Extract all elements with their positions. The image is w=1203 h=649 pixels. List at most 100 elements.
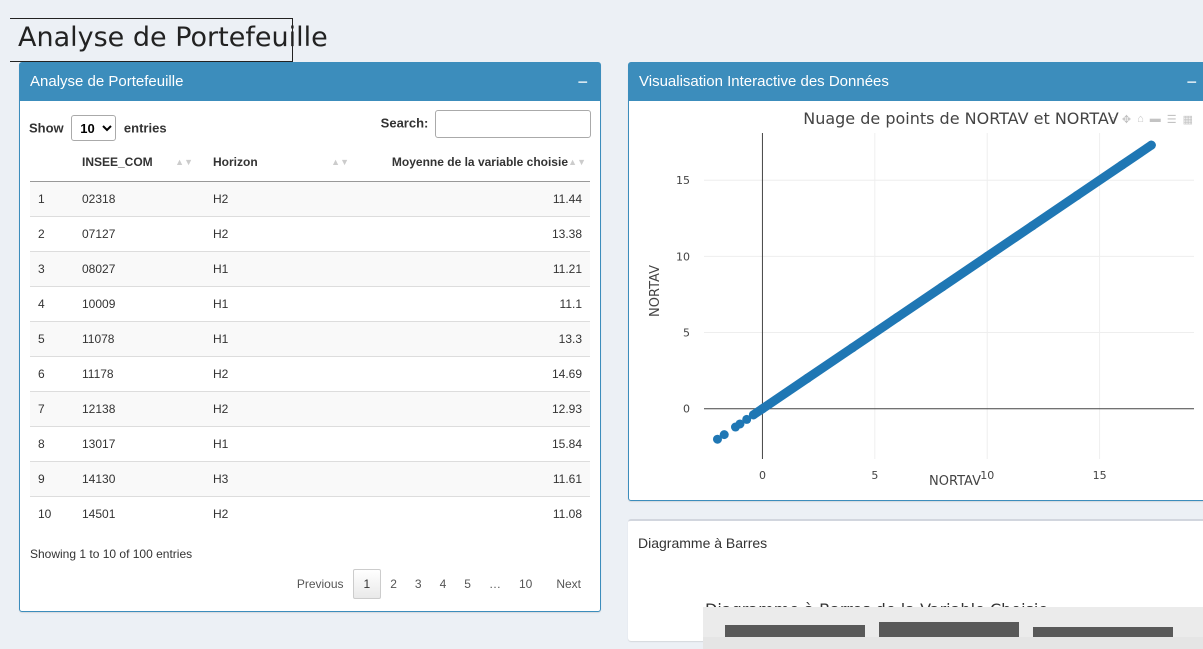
table-row[interactable]: 6 11178 H2 14.69 <box>30 356 590 392</box>
row-number-cell: 4 <box>30 286 74 322</box>
scatter-point[interactable] <box>719 430 729 440</box>
page-button[interactable]: 10 <box>510 569 541 599</box>
insee-com-cell: 11178 <box>74 356 205 392</box>
y-tick-label: 5 <box>683 327 690 340</box>
data-table: INSEE_COM ▲▼ Horizon ▲▼ Moyenne de la vari… <box>30 143 590 531</box>
x-tick-label: 0 <box>759 469 766 482</box>
x-tick-label: 15 <box>1093 469 1107 482</box>
next-button[interactable]: Next <box>547 569 590 599</box>
horizon-cell: H3 <box>205 461 361 497</box>
row-number-cell: 10 <box>30 496 74 531</box>
row-number-header[interactable] <box>30 143 74 182</box>
scatter-point-band <box>982 221 1037 261</box>
collapse-button[interactable]: − <box>577 63 588 101</box>
page-length-select[interactable]: 10 <box>71 115 117 141</box>
portfolio-table-box: Analyse de Portefeuille − Show 10 entrie… <box>19 62 601 612</box>
horizon-cell: H1 <box>205 251 361 287</box>
page-button-current[interactable]: 1 <box>352 569 382 599</box>
moyenne-cell: 11.1 <box>361 286 590 322</box>
insee-com-cell: 08027 <box>74 251 205 287</box>
box-header: Analyse de Portefeuille − <box>20 63 600 101</box>
table-row[interactable]: 4 10009 H1 11.1 <box>30 286 590 322</box>
entries-label: entries <box>123 120 167 136</box>
table-row[interactable]: 5 11078 H1 13.3 <box>30 321 590 357</box>
scatter-box: Visualisation Interactive des Données − … <box>628 62 1203 501</box>
table-controls: Show 10 entries Search: <box>20 101 600 143</box>
horizon-cell: H2 <box>205 496 361 531</box>
page-button[interactable]: 4 <box>431 569 456 599</box>
box-title: Analyse de Portefeuille <box>30 73 184 90</box>
table-row[interactable]: 7 12138 H2 12.93 <box>30 391 590 427</box>
page-length-control: Show 10 entries <box>29 115 167 141</box>
page-button[interactable]: 2 <box>381 569 406 599</box>
show-label: Show <box>29 120 64 136</box>
x-tick-label: 10 <box>980 469 994 482</box>
insee-com-cell: 10009 <box>74 286 205 322</box>
insee-com-cell: 07127 <box>74 216 205 252</box>
moyenne-cell: 14.69 <box>361 356 590 392</box>
page-ellipsis: … <box>488 577 501 591</box>
moyenne-cell: 11.61 <box>361 461 590 497</box>
row-number-cell: 8 <box>30 426 74 462</box>
box-title: Visualisation Interactive des Données <box>639 73 889 90</box>
sort-icon: ▲▼ <box>175 157 193 167</box>
table-row[interactable]: 9 14130 H3 11.61 <box>30 461 590 497</box>
scatter-point-band <box>1027 190 1082 231</box>
moyenne-cell: 11.21 <box>361 251 590 287</box>
table-row[interactable]: 3 08027 H1 11.21 <box>30 251 590 287</box>
row-number-cell: 7 <box>30 391 74 427</box>
insee-com-cell: 14130 <box>74 461 205 497</box>
column-header-moyenne[interactable]: Moyenne de la variable choisie ▲▼ <box>361 143 590 182</box>
y-tick-label: 0 <box>683 403 690 416</box>
y-axis-label: NORTAV <box>648 265 663 317</box>
moyenne-cell: 15.84 <box>361 426 590 462</box>
page-button[interactable]: 5 <box>455 569 480 599</box>
moyenne-cell: 12.93 <box>361 391 590 427</box>
page-button[interactable]: 3 <box>406 569 431 599</box>
horizon-cell: H1 <box>205 426 361 462</box>
column-header-horizon[interactable]: Horizon ▲▼ <box>205 143 361 182</box>
table-row[interactable]: 8 13017 H1 15.84 <box>30 426 590 462</box>
scatter-point-band <box>937 251 992 292</box>
scatter-point-band <box>1117 140 1156 170</box>
x-tick-label: 5 <box>871 469 878 482</box>
chart-title: Nuage de points de NORTAV et NORTAV <box>803 109 1119 128</box>
table-row[interactable]: 1 02318 H2 11.44 <box>30 181 590 217</box>
horizon-cell: H1 <box>205 321 361 357</box>
table-row[interactable]: 2 07127 H2 13.38 <box>30 216 590 252</box>
column-header-insee[interactable]: INSEE_COM ▲▼ <box>74 143 205 182</box>
scatter-plot[interactable]: Nuage de points de NORTAV et NORTAV 0 5 10… <box>629 101 1203 499</box>
horizon-cell: H2 <box>205 181 361 217</box>
previous-button[interactable]: Previous <box>288 569 353 599</box>
table-header-row: INSEE_COM ▲▼ Horizon ▲▼ Moyenne de la vari… <box>30 143 590 182</box>
page-title: Analyse de Portefeuille <box>18 22 328 53</box>
bar-box-title: Diagramme à Barres <box>638 535 768 551</box>
pagination: Previous 1 2 3 4 5 … 10 Next <box>288 569 590 599</box>
moyenne-cell: 11.44 <box>361 181 590 217</box>
horizon-cell: H1 <box>205 286 361 322</box>
moyenne-cell: 11.08 <box>361 496 590 531</box>
table-row[interactable]: 10 14501 H2 11.08 <box>30 496 590 531</box>
horizon-cell: H2 <box>205 216 361 252</box>
scatter-point-band <box>802 343 857 383</box>
insee-com-cell: 12138 <box>74 391 205 427</box>
sort-icon: ▲▼ <box>331 157 349 167</box>
y-tick-label: 15 <box>676 174 690 187</box>
insee-com-cell: 14501 <box>74 496 205 531</box>
sort-icon: ▲▼ <box>568 157 586 167</box>
collapse-button[interactable]: − <box>1186 63 1197 101</box>
scatter-point-band <box>892 282 947 322</box>
row-number-cell: 1 <box>30 181 74 217</box>
insee-com-cell: 11078 <box>74 321 205 357</box>
insee-com-cell: 13017 <box>74 426 205 462</box>
bar <box>725 625 865 637</box>
search-label: Search: <box>380 115 429 131</box>
moyenne-cell: 13.38 <box>361 216 590 252</box>
x-axis-label: NORTAV <box>929 474 981 489</box>
moyenne-cell: 13.3 <box>361 321 590 357</box>
bar <box>1033 627 1173 637</box>
row-number-cell: 2 <box>30 216 74 252</box>
scatter-point-band <box>757 373 812 414</box>
row-number-cell: 9 <box>30 461 74 497</box>
search-input[interactable] <box>435 110 591 138</box>
